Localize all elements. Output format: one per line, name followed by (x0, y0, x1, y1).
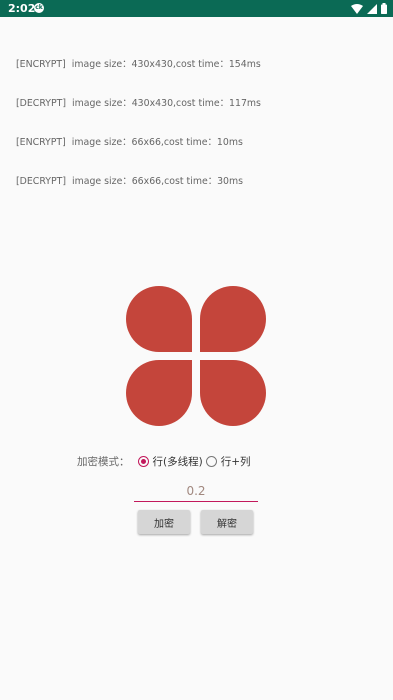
log-line: [ENCRYPT] image size：430x430,cost time：1… (16, 59, 261, 70)
decrypt-button[interactable]: 解密 (201, 510, 253, 534)
log-list: [ENCRYPT] image size：430x430,cost time：1… (16, 32, 261, 201)
radio-row-multithread[interactable]: 行(多线程) (137, 454, 203, 469)
ratio-input[interactable] (134, 481, 258, 502)
log-line: [DECRYPT] image size：430x430,cost time：1… (16, 98, 261, 109)
clover-petals (126, 286, 266, 426)
four-petal-clover-icon (126, 286, 266, 426)
encrypt-mode-label: 加密模式： (77, 455, 130, 468)
radio-unchecked-icon[interactable] (205, 455, 217, 467)
status-icons (351, 2, 387, 15)
battery-icon (381, 3, 387, 14)
radio-row-column-label: 行+列 (220, 455, 251, 468)
log-line: [ENCRYPT] image size：66x66,cost time：10m… (16, 137, 243, 148)
status-bar: 2:02 ck (0, 0, 393, 17)
log-line: [DECRYPT] image size：66x66,cost time：30m… (16, 176, 244, 187)
encrypt-button[interactable]: 加密 (138, 510, 190, 534)
radio-row-multithread-label: 行(多线程) (152, 455, 203, 468)
ck-badge-icon: ck (34, 3, 44, 13)
radio-checked-icon[interactable] (137, 455, 149, 467)
signal-icon (367, 3, 377, 14)
encrypt-mode-group: 加密模式： 行(多线程) 行+列 (77, 450, 254, 472)
wifi-icon (351, 3, 363, 14)
status-time: 2:02 (8, 2, 36, 15)
radio-row-column[interactable]: 行+列 (205, 454, 251, 469)
